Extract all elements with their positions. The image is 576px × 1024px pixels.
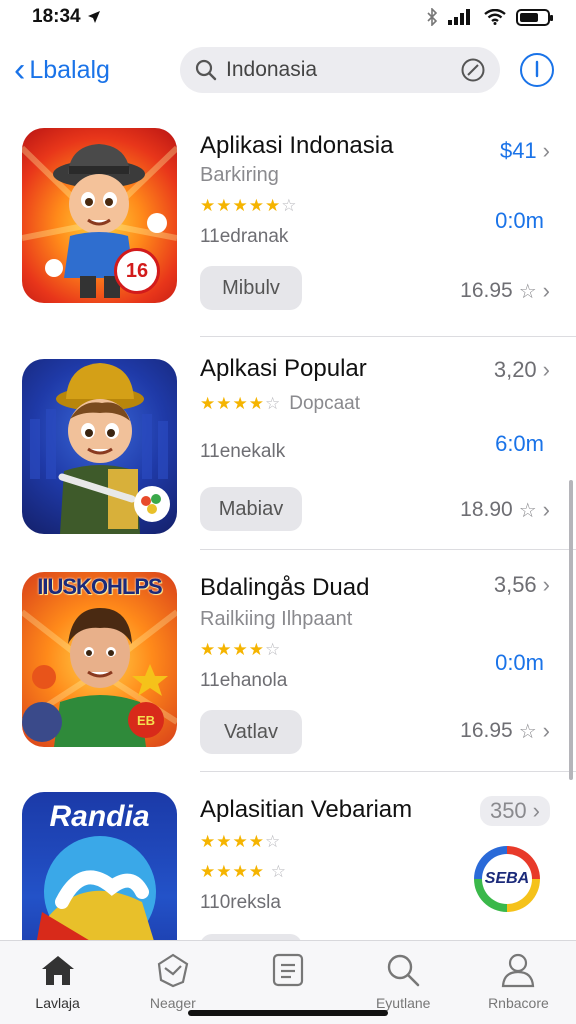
price-text: 3,20 <box>493 357 537 382</box>
app-row[interactable]: 16 Aplikasi Indonasia Barkiring ★★★★★☆ 1… <box>0 112 576 337</box>
tab-profile[interactable]: Rnbacore <box>461 941 576 1024</box>
app-list: 16 Aplikasi Indonasia Barkiring ★★★★★☆ 1… <box>0 112 576 940</box>
price-link[interactable]: $41 › <box>500 138 550 164</box>
status-indicators <box>426 8 553 26</box>
svg-text:EB: EB <box>137 713 155 728</box>
app-row[interactable]: EB IIUSKOHLPS Bdalingås Duad Railkiing I… <box>0 550 576 772</box>
tab-label: Rnbacore <box>488 995 549 1011</box>
time-text: 0:0m <box>495 208 544 233</box>
search-icon <box>195 59 217 81</box>
review-count: 11ehanola <box>200 670 288 691</box>
wifi-icon <box>484 9 506 25</box>
share-icon <box>535 60 539 78</box>
scrollbar[interactable] <box>569 480 573 780</box>
back-label: Lbalalg <box>29 55 110 84</box>
person-icon <box>499 951 537 989</box>
app-name: Bdalingås Duad <box>200 574 370 601</box>
time-text: 6:0m <box>495 431 544 456</box>
get-button[interactable]: Mibulv <box>200 266 302 310</box>
chevron-right-icon: › <box>542 497 550 522</box>
app-icon[interactable]: EB IIUSKOHLPS <box>22 572 177 747</box>
rating-stars: ★★★★☆ Dopcaat <box>200 393 360 414</box>
star-outline-icon: ☆ <box>518 499 537 522</box>
price-link[interactable]: 3,56 › <box>494 572 550 598</box>
chevron-right-icon: › <box>542 572 550 597</box>
search-input[interactable]: Indonasia <box>226 58 460 82</box>
chevron-right-icon: › <box>532 798 540 823</box>
price-text: 350 <box>489 798 527 823</box>
home-icon <box>39 951 77 989</box>
star-outline-icon: ☆ <box>518 720 537 743</box>
status-bar: 18:34 <box>0 0 576 34</box>
price-link[interactable]: 350 › <box>479 796 550 826</box>
app-name: Aplikasi Indonasia <box>200 132 394 159</box>
icon-badge: 16 <box>114 248 160 294</box>
get-button[interactable]: Vatlav <box>200 710 302 754</box>
bluetooth-icon <box>427 8 438 26</box>
chevron-right-icon: › <box>542 138 550 163</box>
rating-stars-secondary: ★★★★ ☆ <box>200 862 287 881</box>
character-illustration <box>30 363 170 534</box>
review-count: 11enekalk <box>200 441 286 462</box>
app-row[interactable]: Randia Aplasitian Vebariam ★★★★☆ ★★★★ ☆ … <box>0 772 576 940</box>
icon-title: IIUSKOHLPS <box>37 574 162 599</box>
tab-label: Neager <box>149 995 196 1011</box>
chevron-right-icon: › <box>542 718 550 743</box>
status-time: 18:34 <box>32 6 101 28</box>
app-name: Aplasitian Vebariam <box>200 796 413 823</box>
tab-label: Eyutlane <box>375 995 431 1011</box>
app-icon[interactable]: 16 <box>22 128 177 303</box>
app-icon[interactable]: Randia <box>22 792 177 940</box>
battery-icon <box>516 8 553 26</box>
app-name: Aplkasi Popular <box>200 355 367 382</box>
icon-title: Randia <box>49 800 150 833</box>
app-subtitle: Railkiing Ilhpaant <box>200 608 353 630</box>
star-outline-icon: ☆ <box>518 280 537 303</box>
rating-link[interactable]: 16.95 ☆ › <box>460 278 550 304</box>
clock-text: 18:34 <box>32 6 81 27</box>
rating-stars: ★★★★☆ <box>200 832 282 851</box>
signal-icon <box>448 9 470 25</box>
app-row[interactable]: Aplkasi Popular ★★★★☆ Dopcaat 11enekalk M… <box>0 337 576 550</box>
chevron-right-icon: › <box>542 357 550 382</box>
price-link[interactable]: 3,20 › <box>494 357 550 383</box>
floating-badge[interactable]: SEBA <box>474 846 540 912</box>
chevron-left-icon: ‹ <box>14 51 26 89</box>
app-subtitle: Dopcaat <box>289 393 360 414</box>
rating-stars: ★★★★★☆ <box>200 196 298 215</box>
badge-text: SEBA <box>482 854 532 904</box>
rating-value: 16.95 <box>460 279 513 302</box>
tab-label: Lavlaja <box>35 995 80 1011</box>
tab-home[interactable]: Lavlaja <box>0 941 115 1024</box>
search-icon <box>384 951 422 989</box>
price-text: $41 <box>499 138 537 163</box>
rating-value: 18.90 <box>460 498 513 521</box>
app-icon[interactable] <box>22 359 177 534</box>
rating-stars: ★★★★☆ <box>200 640 282 659</box>
app-subtitle: Barkiring <box>200 164 279 186</box>
nav-bar: ‹ Lbalalg Indonasia <box>0 44 576 96</box>
review-count: 11edranak <box>200 226 289 247</box>
clear-search-icon[interactable] <box>460 57 486 83</box>
price-text: 3,56 <box>493 572 537 597</box>
share-button[interactable] <box>520 53 554 87</box>
map-icon <box>154 951 192 989</box>
home-indicator <box>188 1010 388 1016</box>
back-button[interactable]: ‹ Lbalalg <box>14 50 110 90</box>
time-text: 0:0m <box>495 650 544 675</box>
chevron-right-icon: › <box>542 278 550 303</box>
rating-link[interactable]: 18.90 ☆ › <box>460 497 550 523</box>
list-icon <box>269 951 307 989</box>
rating-link[interactable]: 16.95 ☆ › <box>460 718 550 744</box>
review-count: 110reksla <box>200 892 281 913</box>
get-button[interactable]: Mabiav <box>200 487 302 531</box>
location-icon <box>87 11 100 23</box>
search-field[interactable]: Indonasia <box>180 47 500 93</box>
rating-value: 16.95 <box>460 719 513 742</box>
